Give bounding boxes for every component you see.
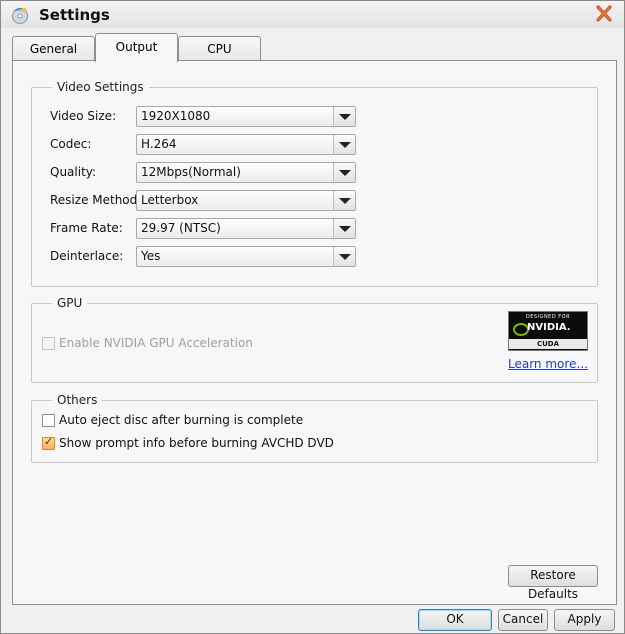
gpu-legend: GPU	[57, 296, 83, 310]
video-size-value: 1920X1080	[141, 109, 211, 123]
enable-gpu-label: Enable NVIDIA GPU Acceleration	[59, 336, 253, 350]
nvidia-badge-top: DESIGNED FOR	[525, 314, 571, 320]
enable-gpu-checkbox[interactable]	[42, 337, 55, 350]
deinterlace-select[interactable]: Yes	[136, 246, 356, 267]
others-legend: Others	[57, 393, 98, 407]
codec-value: H.264	[141, 137, 177, 151]
tab-cpu[interactable]: CPU	[178, 36, 261, 62]
chevron-down-icon[interactable]	[333, 191, 355, 210]
restore-defaults-button[interactable]: Restore Defaults	[508, 565, 598, 601]
quality-label: Quality:	[50, 165, 97, 179]
chevron-down-icon[interactable]	[333, 247, 355, 266]
quality-value: 12Mbps(Normal)	[141, 165, 241, 179]
chevron-down-icon[interactable]	[333, 163, 355, 182]
auto-eject-label: Auto eject disc after burning is complet…	[59, 413, 304, 427]
frame-rate-select[interactable]: 29.97 (NTSC)	[136, 218, 356, 239]
settings-window: Settings General Output CPU Video Settin…	[0, 0, 625, 634]
show-prompt-label: Show prompt info before burning AVCHD DV…	[59, 436, 334, 450]
tab-output-label: Output	[115, 40, 158, 54]
window-title: Settings	[39, 6, 110, 24]
tab-general-label: General	[29, 42, 78, 56]
chevron-down-icon[interactable]	[333, 107, 355, 126]
ok-button[interactable]: OK	[418, 609, 492, 631]
codec-select[interactable]: H.264	[136, 134, 356, 155]
show-prompt-checkbox[interactable]	[42, 435, 55, 450]
resize-method-value: Letterbox	[141, 193, 199, 207]
deinterlace-label: Deinterlace:	[50, 249, 124, 263]
quality-select[interactable]: 12Mbps(Normal)	[136, 162, 356, 183]
title-bar[interactable]: Settings	[1, 1, 624, 28]
output-panel: Video Settings Video Size: 1920X1080 Cod…	[12, 60, 617, 605]
frame-rate-label: Frame Rate:	[50, 221, 123, 235]
video-size-select[interactable]: 1920X1080	[136, 106, 356, 127]
tab-general[interactable]: General	[12, 36, 95, 62]
close-icon[interactable]	[593, 4, 615, 24]
others-group: Others	[31, 393, 598, 463]
nvidia-cuda-badge: DESIGNED FOR NVIDIA. CUDA	[508, 311, 588, 351]
tab-cpu-label: CPU	[207, 42, 232, 56]
resize-method-label: Resize Method:	[50, 193, 142, 207]
learn-more-link[interactable]: Learn more...	[508, 357, 588, 371]
chevron-down-icon[interactable]	[333, 135, 355, 154]
video-size-label: Video Size:	[50, 109, 117, 123]
deinterlace-value: Yes	[141, 249, 161, 263]
video-settings-legend: Video Settings	[57, 80, 144, 94]
nvidia-badge-brand: NVIDIA.	[527, 322, 571, 333]
tab-output[interactable]: Output	[95, 33, 178, 62]
codec-label: Codec:	[50, 137, 92, 151]
frame-rate-value: 29.97 (NTSC)	[141, 221, 221, 235]
app-disc-icon	[12, 7, 28, 24]
cancel-button[interactable]: Cancel	[498, 609, 548, 631]
resize-method-select[interactable]: Letterbox	[136, 190, 356, 211]
apply-button[interactable]: Apply	[554, 609, 615, 631]
auto-eject-checkbox[interactable]	[42, 414, 55, 427]
nvidia-badge-cuda: CUDA	[509, 339, 587, 349]
chevron-down-icon[interactable]	[333, 219, 355, 238]
